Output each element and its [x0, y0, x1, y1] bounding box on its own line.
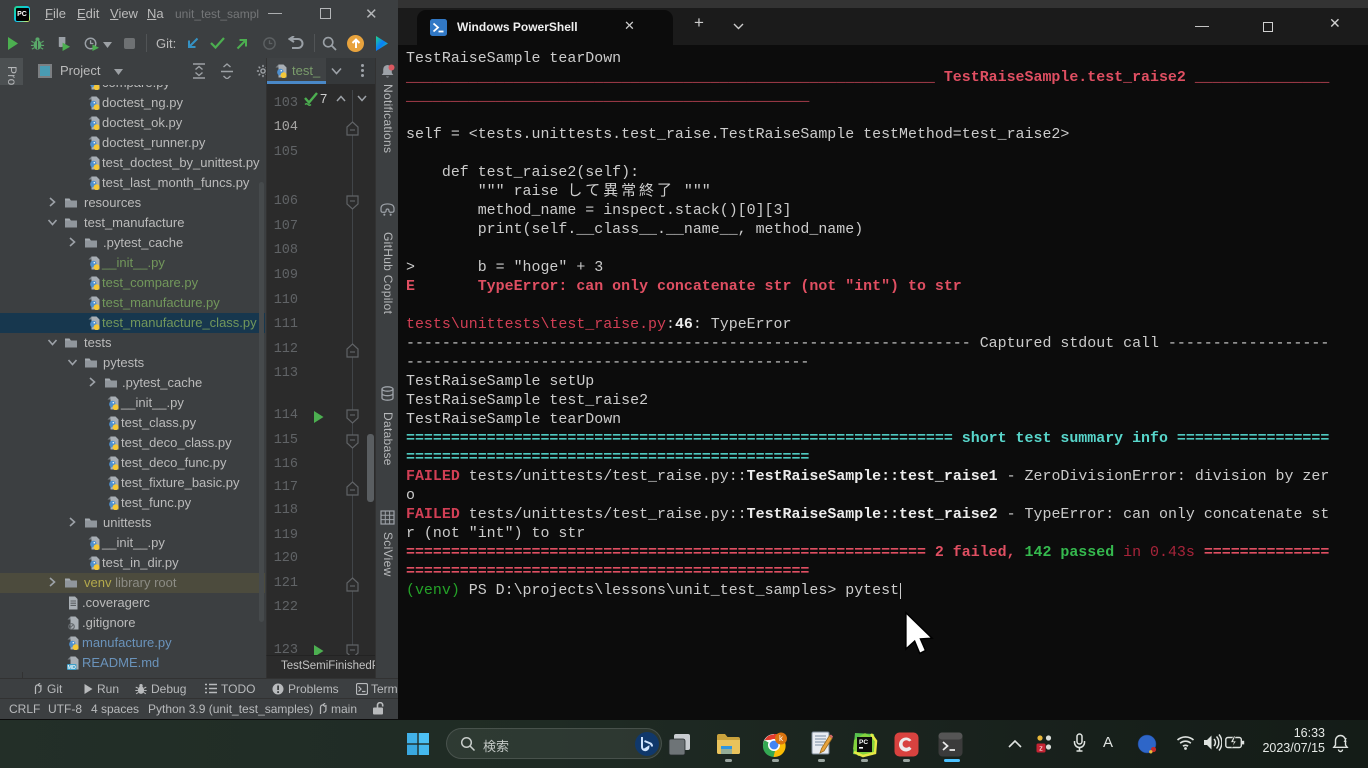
svg-text:z: z — [1039, 744, 1043, 753]
svg-text:z: z — [1344, 737, 1348, 744]
svg-text:PC: PC — [859, 739, 868, 746]
